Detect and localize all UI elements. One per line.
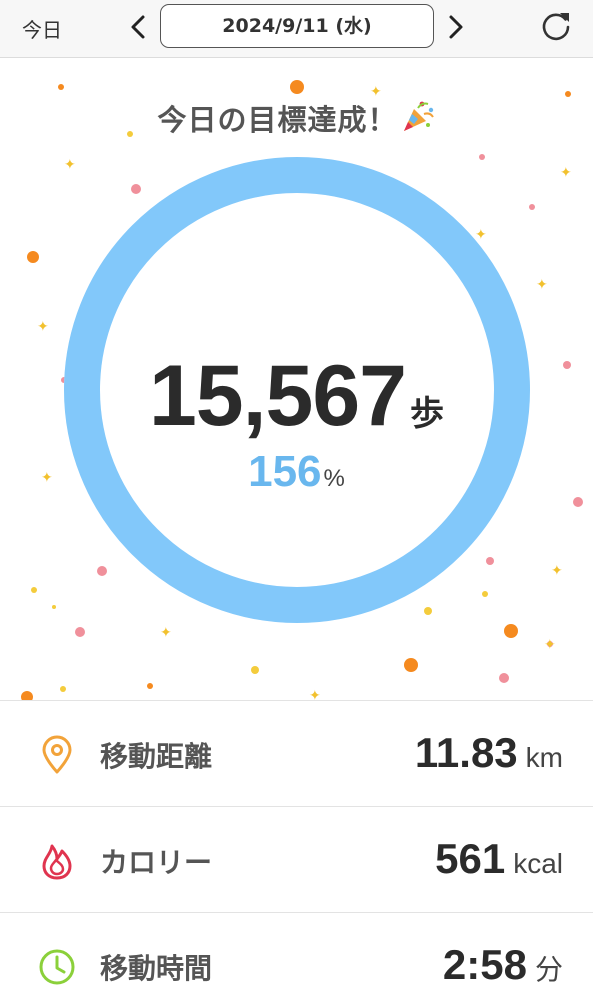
svg-text:✦: ✦ — [160, 625, 172, 641]
stat-value: 561 — [435, 835, 506, 882]
svg-text:✦: ✦ — [560, 165, 572, 181]
svg-text:✦: ✦ — [544, 637, 556, 653]
stat-value: 2:58 — [442, 941, 527, 988]
goal-percent-value: 156 — [248, 447, 322, 496]
clock-icon — [39, 949, 75, 985]
chevron-right-icon[interactable] — [444, 12, 468, 42]
stat-value-group: 11.83 km — [415, 729, 563, 777]
stat-label: 移動時間 — [100, 952, 213, 985]
top-nav-bar: 今日 2024/9/11 (水) — [0, 0, 593, 58]
today-button[interactable]: 今日 — [22, 14, 62, 43]
date-selector[interactable]: 2024/9/11 (水) — [160, 4, 434, 48]
location-pin-icon — [42, 735, 72, 774]
refresh-icon[interactable] — [538, 9, 574, 45]
flame-icon — [42, 844, 72, 880]
stats-list: 移動距離 11.83 km カロリー 561 kcal 移動時間 2:58 分 — [0, 700, 593, 1000]
goal-percent-unit: % — [323, 465, 345, 492]
stat-label: カロリー — [100, 846, 213, 879]
svg-text:✦: ✦ — [309, 688, 321, 700]
stat-unit: 分 — [534, 954, 563, 985]
stat-unit: kcal — [513, 848, 563, 879]
goal-percent: 156% — [0, 447, 593, 497]
goal-title-text: 今日の目標達成！ — [157, 103, 398, 137]
stat-row-time: 移動時間 2:58 分 — [0, 913, 593, 1000]
step-count-unit: 歩 — [410, 394, 445, 434]
svg-text:✦: ✦ — [551, 563, 563, 579]
stat-value-group: 561 kcal — [435, 835, 563, 883]
step-count: 15,567 歩 — [0, 347, 593, 446]
step-count-value: 15,567 — [148, 348, 407, 444]
chevron-left-icon[interactable] — [126, 12, 150, 42]
stat-value-group: 2:58 分 — [443, 941, 563, 989]
stat-unit: km — [525, 742, 563, 773]
stat-row-calories: カロリー 561 kcal — [0, 807, 593, 913]
goal-summary: ✦ ✦ ✦ ✦ ✦ ✦ ✦ ✦ ✦ ✦ ✦ 今日の目標達成！ 15,567 歩 156% — [0, 59, 593, 700]
party-popper-icon — [403, 101, 434, 131]
svg-text:✦: ✦ — [37, 319, 49, 335]
goal-achieved-title: 今日の目標達成！ — [0, 97, 593, 139]
stat-label: 移動距離 — [100, 740, 213, 773]
stat-value: 11.83 — [414, 729, 518, 776]
stat-row-distance: 移動距離 11.83 km — [0, 701, 593, 807]
svg-text:✦: ✦ — [536, 277, 548, 293]
